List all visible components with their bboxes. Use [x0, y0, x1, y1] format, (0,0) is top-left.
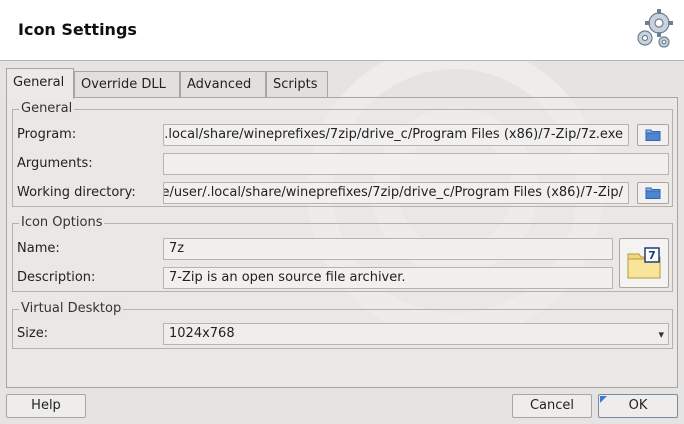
working-directory-browse-button[interactable]: [637, 182, 669, 204]
working-directory-label: Working directory:: [17, 185, 136, 200]
svg-text:7: 7: [648, 249, 656, 262]
program-label: Program:: [17, 127, 77, 142]
help-button[interactable]: Help: [6, 394, 86, 418]
arguments-label: Arguments:: [17, 156, 93, 171]
folder-open-icon: [645, 187, 661, 199]
virtual-desktop-group: Virtual Desktop Size: 1024x768 ▾: [12, 301, 673, 349]
gears-icon: [632, 6, 678, 56]
general-group-legend: General: [19, 101, 75, 116]
name-field[interactable]: 7z: [163, 238, 613, 260]
program-browse-button[interactable]: [637, 124, 669, 146]
app-icon: 7: [627, 247, 661, 279]
size-label: Size:: [17, 326, 49, 341]
tab-general[interactable]: General: [6, 68, 74, 99]
chevron-down-icon: ▾: [658, 328, 664, 341]
description-label: Description:: [17, 270, 96, 285]
tab-scripts[interactable]: Scripts: [266, 71, 328, 97]
tab-advanced[interactable]: Advanced: [180, 71, 266, 97]
tab-panel-general: General Program: /home/user/.local/share…: [6, 97, 678, 388]
icon-options-group: Icon Options Name: 7z Description: 7-Zip…: [12, 215, 673, 292]
program-field[interactable]: /home/user/.local/share/wineprefixes/7zi…: [163, 124, 629, 146]
icon-picker-button[interactable]: 7: [619, 238, 669, 288]
description-field[interactable]: 7-Zip is an open source file archiver.: [163, 267, 613, 289]
name-label: Name:: [17, 241, 60, 256]
working-directory-field[interactable]: /home/user/.local/share/wineprefixes/7zi…: [163, 182, 629, 204]
folder-open-icon: [645, 129, 661, 141]
arguments-field[interactable]: [163, 153, 669, 175]
size-select[interactable]: 1024x768 ▾: [163, 323, 669, 345]
icon-options-group-legend: Icon Options: [19, 215, 105, 230]
tab-override-dll[interactable]: Override DLL: [74, 71, 180, 97]
dialog-title: Icon Settings: [18, 20, 137, 39]
default-indicator: [600, 396, 607, 403]
cancel-button[interactable]: Cancel: [512, 394, 592, 418]
virtual-desktop-group-legend: Virtual Desktop: [19, 301, 124, 316]
general-group: General Program: /home/user/.local/share…: [12, 101, 673, 207]
dialog-header: Icon Settings: [0, 0, 684, 61]
ok-button[interactable]: OK: [598, 394, 678, 418]
